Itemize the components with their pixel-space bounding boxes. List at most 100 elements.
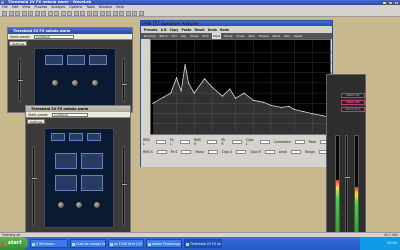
taskbar-task[interactable]: Adobe Photoshop [146,239,182,248]
readout-label: Pk R [221,138,226,146]
readout-value [180,140,191,144]
readout-label: Clips L [245,138,254,146]
readout-label: RMS S [143,150,153,154]
toolbar-button[interactable] [15,11,20,16]
toolbar-button[interactable] [34,11,40,16]
toolbar-button[interactable] [41,11,46,16]
plugin-2-button[interactable] [81,175,103,191]
spectrum-point [322,115,324,117]
readout-value [207,140,218,144]
clock: 19:45 [386,241,397,245]
readout-label: Correlation [273,140,291,144]
channel-button[interactable]: Master M2 [341,100,365,105]
spectrum-point [302,111,304,113]
plugin-2-button[interactable] [55,175,77,191]
readout-value [207,150,218,154]
readout-label: Level [278,150,287,154]
plugin-1-fader-right[interactable] [121,58,128,102]
plugin-2-fader-right[interactable] [121,146,128,226]
toolbar-button[interactable] [132,11,137,16]
task-icon [32,243,35,246]
plugin-1-knob[interactable] [91,79,99,87]
readout-label: Pk S [170,150,178,154]
task-icon [148,243,151,246]
plugin-2-button[interactable] [55,153,77,169]
readout-label: Range [304,150,315,154]
task-label: Guia de mixage tecnicas [76,242,106,246]
toolbar-button[interactable] [125,11,131,16]
task-label: 2 Windows... [36,242,57,246]
taskbar-task[interactable]: ze 1308 Sent (1/51) - [108,239,144,248]
toolbar-button[interactable] [2,11,7,16]
toolbar-button[interactable] [80,11,85,16]
meter-right [354,135,359,235]
toolbar-button[interactable] [93,11,98,16]
settings-button[interactable]: Settings [9,41,28,46]
minimize-button[interactable]: _ [382,0,387,5]
toolbar-button[interactable] [138,11,144,16]
plugin-2-button[interactable] [87,133,101,141]
plugin-1-button[interactable] [45,55,63,65]
preset-dropdown[interactable]: (untitled) [52,113,88,117]
spectrum-plot[interactable] [150,39,332,136]
toolbar-button[interactable] [119,11,124,16]
toolbar-button[interactable] [73,11,79,16]
channel-button[interactable]: Group Ch A [341,107,365,112]
toolbar-button[interactable] [54,11,59,16]
plugin-2-knob[interactable] [57,201,65,209]
plugin-window-2: Threshold 2V FX nebula warm Stalls prese… [25,105,131,241]
toolbar-button[interactable] [47,11,53,16]
taskbar-task[interactable]: 2 Windows... [30,239,68,248]
task-icon [110,243,113,246]
plugin-1-button[interactable] [67,55,85,65]
toolbar-button[interactable] [86,11,92,16]
app-title: Threshold 2V FX nebula warm - WaveLab [8,0,92,4]
toolbar-button[interactable] [28,11,33,16]
spectrum-point [162,96,164,98]
taskbar-task[interactable]: Threshold 2V FX nebu [184,239,222,248]
readout-value [231,140,242,144]
preset-label: Stalls preset [10,35,30,39]
readout-value [290,150,301,154]
plugin-2-knob[interactable] [75,201,83,209]
plugin-2-knob[interactable] [93,201,101,209]
plugin-1-knob[interactable] [51,79,59,87]
plugin-2-panel [44,128,114,228]
toolbar-button[interactable] [60,11,66,16]
spectrum-point [280,106,282,108]
taskbar: start 2 Windows... Guia de mixage tecnica… [0,237,400,250]
task-icon [72,243,75,246]
meter-window: Master M1 Master M2 Group Ch A [326,74,366,240]
windows-logo-icon [2,241,7,246]
plugin-1-knob[interactable] [71,79,79,87]
toolbar-button[interactable] [21,11,27,16]
toolbar-button[interactable] [99,11,105,16]
plugin-2-button[interactable] [51,133,65,141]
toolbar-button[interactable] [67,11,72,16]
app-icon [1,1,4,4]
maximize-button[interactable]: □ [388,0,393,5]
settings-button[interactable]: Settings [27,119,46,124]
readout-label: RMS R [194,138,201,146]
channel-button[interactable]: Master M1 [341,93,365,98]
start-button[interactable]: start [0,237,28,250]
plugin-2-button[interactable] [69,133,83,141]
toolbar-button[interactable] [8,11,14,16]
plugin-2-fader-left[interactable] [31,146,38,226]
master-fader[interactable] [344,135,351,235]
spectrum-point [152,102,154,104]
taskbar-task[interactable]: Guia de mixage tecnicas [70,239,106,248]
plugin-1-fader-left[interactable] [17,58,24,102]
plugin-2-button[interactable] [81,153,103,169]
toolbar-button[interactable] [112,11,118,16]
spectrum-point [270,104,272,106]
preset-dropdown[interactable]: (untitled) [34,35,74,39]
plugin-1-button[interactable] [89,55,107,65]
start-label: start [8,240,22,246]
spectrum-point [170,92,172,94]
close-button[interactable]: × [394,0,399,5]
spectrum-area [153,64,330,136]
toolbar-button[interactable] [106,11,111,16]
task-label: Adobe Photoshop [152,242,180,246]
readout-label: Peak [308,140,317,144]
